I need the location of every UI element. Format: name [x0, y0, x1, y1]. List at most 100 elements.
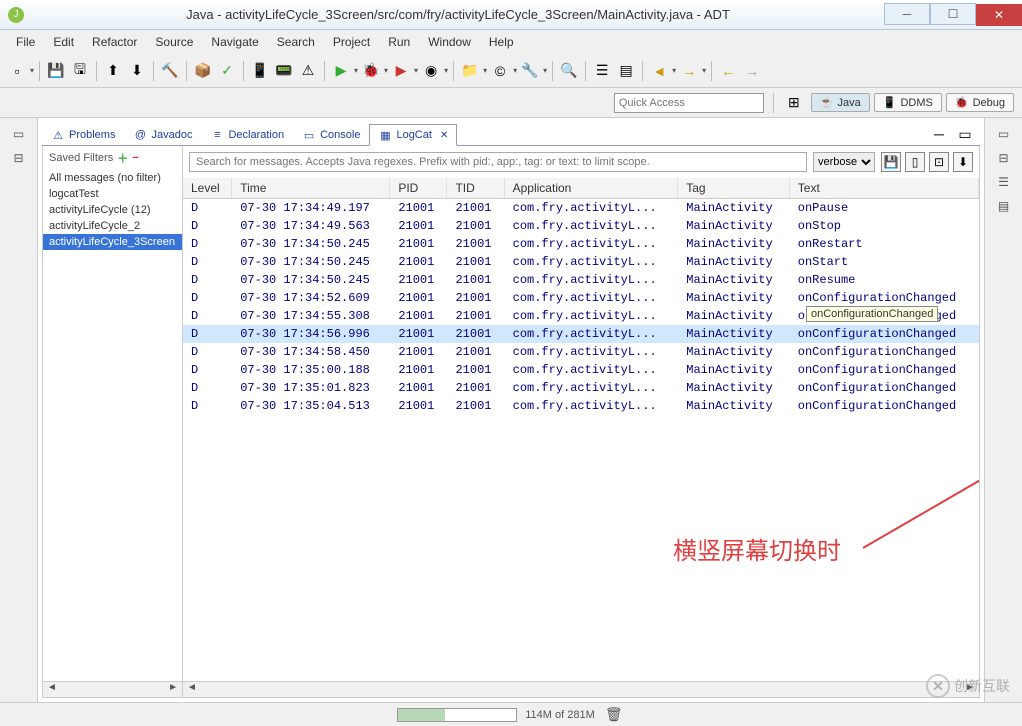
filter-item[interactable]: activityLifeCycle (12) — [43, 202, 182, 218]
phone-icon[interactable]: 📱 — [249, 60, 271, 82]
filter-item[interactable]: activityLifeCycle_3Screen — [43, 234, 182, 250]
minimize-button[interactable]: ─ — [884, 3, 930, 25]
tab-logcat[interactable]: ▦LogCat✕ — [369, 124, 457, 146]
log-row[interactable]: D07-30 17:35:01.8232100121001com.fry.act… — [183, 379, 979, 397]
perspective-ddms[interactable]: 📱DDMS — [874, 93, 942, 112]
scroll-right-icon[interactable]: ► — [164, 682, 182, 697]
save-icon[interactable]: 💾 — [45, 60, 67, 82]
close-button[interactable]: ✕ — [976, 4, 1022, 26]
tab-declaration[interactable]: ≡Declaration — [201, 124, 293, 145]
log-row[interactable]: D07-30 17:34:50.2452100121001com.fry.act… — [183, 235, 979, 253]
outline-view-icon[interactable]: ⊟ — [996, 150, 1012, 166]
verbosity-select[interactable]: verbose — [813, 152, 875, 172]
gc-icon[interactable]: 🗑 — [603, 704, 625, 726]
log-row[interactable]: D07-30 17:34:58.4502100121001com.fry.act… — [183, 343, 979, 361]
upload-icon[interactable]: ⬆ — [102, 60, 124, 82]
col-level[interactable]: Level — [183, 178, 232, 199]
tasklist-icon[interactable]: ☰ — [996, 174, 1012, 190]
new-icon[interactable]: ▫ — [6, 60, 28, 82]
lint-icon[interactable]: ⚠ — [297, 60, 319, 82]
maximize-view-icon[interactable]: ▭ — [954, 123, 976, 145]
nav-back-icon[interactable]: ◄ — [648, 60, 670, 82]
menu-file[interactable]: File — [8, 33, 43, 51]
add-filter-icon[interactable]: ＋ — [117, 150, 128, 166]
filter-icon[interactable]: ▤ — [615, 60, 637, 82]
menu-project[interactable]: Project — [325, 33, 378, 51]
log-row[interactable]: D07-30 17:34:50.2452100121001com.fry.act… — [183, 271, 979, 289]
run-ext-icon[interactable]: ▶ — [390, 60, 412, 82]
log-row[interactable]: D07-30 17:34:56.9962100121001com.fry.act… — [183, 325, 979, 343]
menu-navigate[interactable]: Navigate — [203, 33, 266, 51]
saved-filters-label: Saved Filters — [49, 152, 113, 164]
log-row[interactable]: D07-30 17:35:00.1882100121001com.fry.act… — [183, 361, 979, 379]
log-row[interactable]: D07-30 17:34:49.1972100121001com.fry.act… — [183, 199, 979, 218]
log-row[interactable]: D07-30 17:34:50.2452100121001com.fry.act… — [183, 253, 979, 271]
tab-problems[interactable]: ⚠Problems — [42, 124, 124, 145]
check-icon[interactable]: ✓ — [216, 60, 238, 82]
download-icon[interactable]: ⬇ — [126, 60, 148, 82]
filter-item[interactable]: activityLifeCycle_2 — [43, 218, 182, 234]
package-icon[interactable]: 📦 — [192, 60, 214, 82]
tab-console[interactable]: ▭Console — [293, 124, 369, 145]
col-application[interactable]: Application — [504, 178, 678, 199]
col-pid[interactable]: PID — [390, 178, 447, 199]
save-all-icon[interactable]: 🖫 — [69, 60, 91, 82]
package-explorer-icon[interactable]: ⊟ — [11, 150, 27, 166]
nav-up-icon[interactable]: → — [678, 60, 700, 82]
menu-run[interactable]: Run — [380, 33, 418, 51]
col-tag[interactable]: Tag — [678, 178, 790, 199]
logcat-panel: verbose 💾 ▯ ⊡ ⬇ LevelTimePIDTIDApplicati… — [183, 146, 979, 697]
back-icon[interactable]: ← — [717, 60, 739, 82]
new-class-icon[interactable]: © — [489, 60, 511, 82]
save-log-icon[interactable]: 💾 — [881, 152, 901, 172]
restore-view-right-icon[interactable]: ▭ — [996, 126, 1012, 142]
menu-help[interactable]: Help — [481, 33, 522, 51]
new-type-icon[interactable]: 🔧 — [519, 60, 541, 82]
log-row[interactable]: D07-30 17:34:49.5632100121001com.fry.act… — [183, 217, 979, 235]
title-bar: J Java - activityLifeCycle_3Screen/src/c… — [0, 0, 1022, 30]
open-perspective-icon[interactable]: ⊞ — [783, 92, 805, 114]
outline2-icon[interactable]: ▤ — [996, 198, 1012, 214]
quick-access-input[interactable] — [614, 93, 764, 113]
scroll-lock-icon[interactable]: ⬇ — [953, 152, 973, 172]
filter-item[interactable]: logcatTest — [43, 186, 182, 202]
annotation-text: 横竖屏幕切换时 — [673, 531, 841, 566]
menu-window[interactable]: Window — [420, 33, 479, 51]
menu-refactor[interactable]: Refactor — [84, 33, 145, 51]
hscroll-left-icon[interactable]: ◄ — [183, 682, 201, 697]
menu-search[interactable]: Search — [269, 33, 323, 51]
logcat-search-input[interactable] — [189, 152, 807, 172]
tab-javadoc[interactable]: @Javadoc — [124, 124, 201, 145]
search-icon[interactable]: 🔍 — [558, 60, 580, 82]
close-tab-icon[interactable]: ✕ — [440, 130, 448, 141]
minimize-view-icon[interactable]: ─ — [928, 123, 950, 145]
window-title: Java - activityLifeCycle_3Screen/src/com… — [32, 7, 884, 22]
display-view-icon[interactable]: ⊡ — [929, 152, 949, 172]
logcat-icon: ▦ — [378, 128, 392, 142]
perspective-debug[interactable]: 🐞Debug — [946, 93, 1014, 112]
maximize-button[interactable]: ☐ — [930, 3, 976, 25]
coverage-icon[interactable]: ◉ — [420, 60, 442, 82]
new-pkg-icon[interactable]: 📁 — [459, 60, 481, 82]
clear-log-icon[interactable]: ▯ — [905, 152, 925, 172]
build-icon[interactable]: 🔨 — [159, 60, 181, 82]
avd-icon[interactable]: 📟 — [273, 60, 295, 82]
restore-view-icon[interactable]: ▭ — [11, 126, 27, 142]
log-row[interactable]: D07-30 17:34:52.6092100121001com.fry.act… — [183, 289, 979, 307]
debug-icon[interactable]: 🐞 — [360, 60, 382, 82]
col-time[interactable]: Time — [232, 178, 390, 199]
col-text[interactable]: Text — [789, 178, 978, 199]
perspective-java[interactable]: ☕Java — [811, 93, 870, 112]
filter-item[interactable]: All messages (no filter) — [43, 170, 182, 186]
menu-source[interactable]: Source — [147, 33, 201, 51]
log-row[interactable]: D07-30 17:35:04.5132100121001com.fry.act… — [183, 397, 979, 415]
forward-icon[interactable]: → — [741, 60, 763, 82]
remove-filter-icon[interactable]: − — [132, 152, 138, 164]
run-icon[interactable]: ▶ — [330, 60, 352, 82]
scroll-left-icon[interactable]: ◄ — [43, 682, 61, 697]
ddms-icon: 📱 — [883, 96, 897, 109]
menu-edit[interactable]: Edit — [45, 33, 82, 51]
outline-icon[interactable]: ☰ — [591, 60, 613, 82]
col-tid[interactable]: TID — [447, 178, 504, 199]
right-trim: ▭ ⊟ ☰ ▤ — [984, 118, 1022, 702]
